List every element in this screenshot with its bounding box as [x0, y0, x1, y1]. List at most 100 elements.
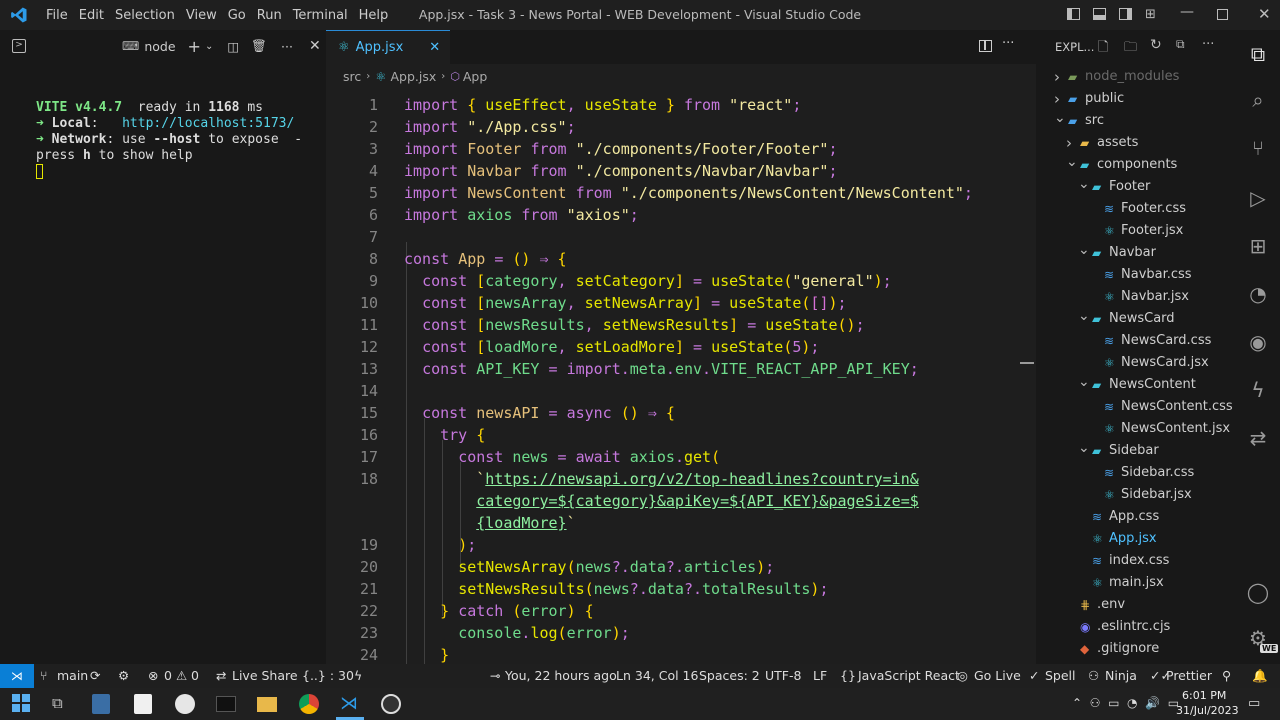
docker-icon[interactable]: ◔ — [1246, 282, 1270, 306]
go-live-button[interactable]: Go Live — [974, 668, 1021, 683]
source-control-icon[interactable]: ⑂ — [1246, 136, 1270, 160]
tree-item-app-jsx[interactable]: ⚛ App.jsx — [1036, 528, 1236, 550]
menu-run[interactable]: Run — [257, 8, 282, 23]
notification-center-icon[interactable]: ▭ — [1248, 696, 1260, 711]
tree-item-main-jsx[interactable]: ⚛ main.jsx — [1036, 572, 1236, 594]
explorer-icon[interactable]: ⧉ — [1246, 42, 1270, 66]
tree-item-navbar[interactable]: ⌄ ▰ Navbar — [1036, 242, 1236, 264]
feedback-icon[interactable]: ⚲ — [1222, 668, 1231, 683]
tree-item-sidebar-jsx[interactable]: ⚛ Sidebar.jsx — [1036, 484, 1236, 506]
editor-more-actions-icon[interactable]: ··· — [1002, 36, 1014, 51]
terminal-toggle-icon[interactable]: > — [12, 39, 26, 53]
trash-icon[interactable]: 🗑 — [251, 38, 267, 54]
task-view-icon[interactable]: ⧉ — [52, 694, 72, 714]
tree-item-sidebar-css[interactable]: ≋ Sidebar.css — [1036, 462, 1236, 484]
toggle-panel-icon[interactable] — [1093, 8, 1106, 20]
more-actions-icon[interactable]: ··· — [281, 39, 293, 54]
split-editor-icon[interactable] — [979, 40, 992, 52]
store-icon[interactable] — [134, 694, 152, 714]
terminal-app-icon[interactable] — [216, 696, 236, 712]
spell-button[interactable]: Spell — [1045, 668, 1076, 683]
breadcrumb-file[interactable]: App.jsx — [390, 69, 436, 84]
lightning-icon[interactable]: ϟ — [1246, 378, 1270, 402]
account-icon[interactable]: ◯ — [1246, 580, 1270, 604]
git-blame[interactable]: You, 22 hours ago — [505, 668, 617, 683]
run-debug-icon[interactable]: ▷ — [1246, 186, 1270, 210]
live-share-icon[interactable]: ⇄ — [1246, 426, 1270, 450]
terminal-tab-label[interactable]: node — [144, 39, 175, 54]
breadcrumb-src[interactable]: src — [343, 69, 361, 84]
clock-app-icon[interactable] — [175, 694, 195, 714]
new-terminal-icon[interactable]: + — [188, 37, 201, 56]
vscode-taskbar-icon[interactable]: ⋊ — [340, 694, 360, 714]
ninja-button[interactable]: Ninja — [1105, 668, 1137, 683]
tree-item-app-css[interactable]: ≋ App.css — [1036, 506, 1236, 528]
live-share-button[interactable]: Live Share — [232, 668, 298, 683]
menu-file[interactable]: File — [46, 8, 68, 23]
minimap-slider[interactable] — [1020, 362, 1034, 364]
language-mode[interactable]: JavaScript React — [858, 668, 960, 683]
tree-item-public[interactable]: › ▰ public — [1036, 88, 1236, 110]
explorer-more-icon[interactable]: ··· — [1202, 37, 1214, 52]
warning-count[interactable]: 0 — [191, 668, 199, 683]
terminal-output[interactable]: VITE v4.4.7 ready in 1168 ms ➜ Local: htt… — [0, 62, 326, 211]
extensions-icon[interactable]: ⊞ — [1246, 234, 1270, 258]
obs-icon[interactable] — [381, 694, 401, 714]
collapse-all-icon[interactable]: ⧉ — [1176, 37, 1185, 52]
tree-item-newscard-jsx[interactable]: ⚛ NewsCard.jsx — [1036, 352, 1236, 374]
breadcrumb-symbol[interactable]: App — [463, 69, 487, 84]
sync-icon[interactable]: ⟳ — [90, 668, 100, 683]
tree-item-gitignore[interactable]: ◆ .gitignore — [1036, 638, 1236, 660]
prettier-button[interactable]: Prettier — [1166, 668, 1212, 683]
file-explorer-icon[interactable] — [257, 697, 277, 712]
tree-item-index-css[interactable]: ≋ index.css — [1036, 550, 1236, 572]
close-window-button[interactable]: ✕ — [1258, 5, 1271, 23]
tree-item-components[interactable]: ⌄ ▰ components — [1036, 154, 1236, 176]
tree-item-newscontent-jsx[interactable]: ⚛ NewsContent.jsx — [1036, 418, 1236, 440]
tree-item-node-modules[interactable]: › ▰ node_modules — [1036, 66, 1236, 88]
editor-tab-app-jsx[interactable]: ⚛ App.jsx ✕ — [326, 30, 450, 64]
refresh-icon[interactable]: ↻ — [1150, 37, 1162, 53]
tree-item-sidebar[interactable]: ⌄ ▰ Sidebar — [1036, 440, 1236, 462]
tree-item-newscard-css[interactable]: ≋ NewsCard.css — [1036, 330, 1236, 352]
bracket-count[interactable]: {..} : 30 — [302, 668, 354, 683]
new-folder-icon[interactable]: 🗀 — [1124, 38, 1137, 60]
tree-item-newscard[interactable]: ⌄ ▰ NewsCard — [1036, 308, 1236, 330]
search-icon[interactable]: ⌕ — [1246, 88, 1270, 112]
close-panel-icon[interactable]: ✕ — [309, 38, 321, 54]
end-of-line[interactable]: LF — [813, 668, 827, 683]
windows-start-icon[interactable] — [12, 694, 32, 714]
tree-item-env[interactable]: ⋕ .env — [1036, 594, 1236, 616]
tree-item-footer-jsx[interactable]: ⚛ Footer.jsx — [1036, 220, 1236, 242]
indentation[interactable]: Spaces: 2 — [699, 668, 760, 683]
tree-item-footer-css[interactable]: ≋ Footer.css — [1036, 198, 1236, 220]
tree-item-newscontent[interactable]: ⌄ ▰ NewsContent — [1036, 374, 1236, 396]
accounts-status-icon[interactable]: ⚙ — [118, 668, 129, 683]
lightning-status-icon[interactable]: ϟ — [354, 668, 362, 683]
menu-terminal[interactable]: Terminal — [293, 8, 348, 23]
clock-time[interactable]: 6:01 PM — [1182, 689, 1226, 702]
close-tab-icon[interactable]: ✕ — [429, 40, 440, 55]
code-editor[interactable]: 1 2 3 4 5 6 7 8 9 10 11 12 13 14 15 16 17 18 19 20 21 22 23 24 … — [326, 88, 1036, 664]
toggle-secondary-sidebar-icon[interactable] — [1119, 8, 1132, 20]
menu-go[interactable]: Go — [228, 8, 246, 23]
git-branch[interactable]: main — [57, 668, 88, 683]
system-tray-icons[interactable]: ⌃ ⚇ ▭ ◔ 🔊 ▭ — [1072, 696, 1179, 710]
chevron-down-icon[interactable]: ⌄ — [205, 41, 213, 52]
chrome-icon[interactable] — [299, 694, 319, 714]
tree-item-src[interactable]: ⌄ ▰ src — [1036, 110, 1236, 132]
github-icon[interactable]: ◉ — [1246, 330, 1270, 354]
tree-item-navbar-css[interactable]: ≋ Navbar.css — [1036, 264, 1236, 286]
new-file-icon[interactable]: 🗋 — [1098, 38, 1108, 60]
menu-selection[interactable]: Selection — [115, 8, 175, 23]
tree-item-navbar-jsx[interactable]: ⚛ Navbar.jsx — [1036, 286, 1236, 308]
tree-item-eslintrc-cjs[interactable]: ◉ .eslintrc.cjs — [1036, 616, 1236, 638]
menu-edit[interactable]: Edit — [79, 8, 104, 23]
calculator-icon[interactable] — [92, 694, 110, 714]
tree-item-newscontent-css[interactable]: ≋ NewsContent.css — [1036, 396, 1236, 418]
notifications-bell-icon[interactable]: 🔔 — [1252, 668, 1268, 684]
customize-layout-icon[interactable]: ⊞ — [1145, 7, 1156, 22]
tree-item-footer[interactable]: ⌄ ▰ Footer — [1036, 176, 1236, 198]
menu-view[interactable]: View — [186, 8, 217, 23]
error-count[interactable]: 0 — [164, 668, 172, 683]
